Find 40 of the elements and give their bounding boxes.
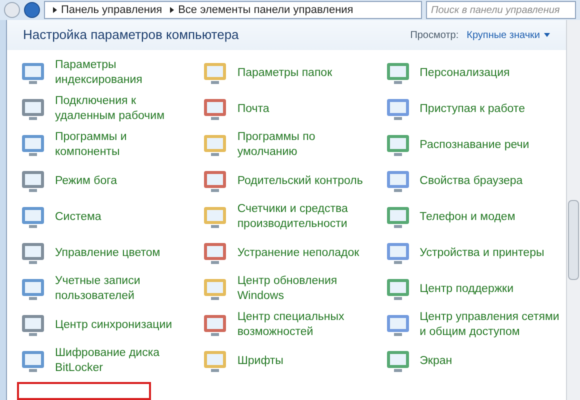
caret-icon: [544, 33, 550, 38]
forward-button[interactable]: [24, 2, 40, 18]
control-panel-item[interactable]: Распознавание речи: [384, 130, 566, 160]
control-panel-item[interactable]: Система: [19, 202, 202, 232]
control-panel-item[interactable]: Шифрование диска BitLocker: [19, 346, 202, 376]
control-panel-item[interactable]: Режим бога: [19, 166, 202, 196]
control-panel-item[interactable]: Устройства и принтеры: [384, 238, 566, 268]
control-panel-item[interactable]: Управление цветом: [19, 238, 202, 268]
control-panel-item[interactable]: Центр специальных возможностей: [201, 310, 384, 340]
control-panel-item[interactable]: Телефон и модем: [384, 202, 566, 232]
chevron-right-icon: [53, 7, 57, 13]
scrollbar-thumb[interactable]: [568, 200, 579, 280]
control-panel-item[interactable]: Центр синхронизации: [19, 310, 202, 340]
control-panel-item[interactable]: Шрифты: [201, 346, 384, 376]
address-field[interactable]: Панель управления Все элементы панели управления: [44, 1, 422, 19]
control-panel-item[interactable]: Параметры индексирования: [19, 58, 202, 88]
control-panel-item[interactable]: Почта: [201, 94, 384, 124]
view-label: Просмотр:: [410, 28, 459, 43]
control-panel-item[interactable]: Персонализация: [384, 58, 566, 88]
breadcrumb-link[interactable]: Панель управления: [61, 2, 162, 18]
control-panel-item[interactable]: Приступая к работе: [384, 94, 566, 124]
control-panel-item[interactable]: Учетные записи пользователей: [19, 274, 202, 304]
control-panel-item[interactable]: Счетчики и средства производительности: [201, 202, 384, 232]
scrollbar[interactable]: [566, 20, 580, 400]
chevron-right-icon: [170, 7, 174, 13]
control-panel-item[interactable]: Параметры папок: [201, 58, 384, 88]
control-panel-item[interactable]: Свойства браузера: [384, 166, 566, 196]
page-title: Настройка параметров компьютера: [23, 26, 239, 44]
control-panel-item[interactable]: Устранение неполадок: [201, 238, 384, 268]
control-panel-item[interactable]: Программы по умолчанию: [201, 130, 384, 160]
control-panel-item[interactable]: Экран: [384, 346, 566, 376]
control-panel-item[interactable]: Центр управления сетями и общим доступом: [384, 310, 566, 340]
control-panel-item[interactable]: Родительский контроль: [201, 166, 384, 196]
control-panel-item[interactable]: Программы и компоненты: [19, 130, 202, 160]
control-panel-item[interactable]: Подключения к удаленным рабочим: [19, 94, 202, 124]
search-field[interactable]: Поиск в панели управления: [426, 1, 576, 19]
control-panel-item[interactable]: Центр обновления Windows: [201, 274, 384, 304]
control-panel-item[interactable]: Центр поддержки: [384, 274, 566, 304]
breadcrumb-link[interactable]: Все элементы панели управления: [178, 2, 354, 18]
view-dropdown[interactable]: Крупные значки: [466, 28, 550, 43]
